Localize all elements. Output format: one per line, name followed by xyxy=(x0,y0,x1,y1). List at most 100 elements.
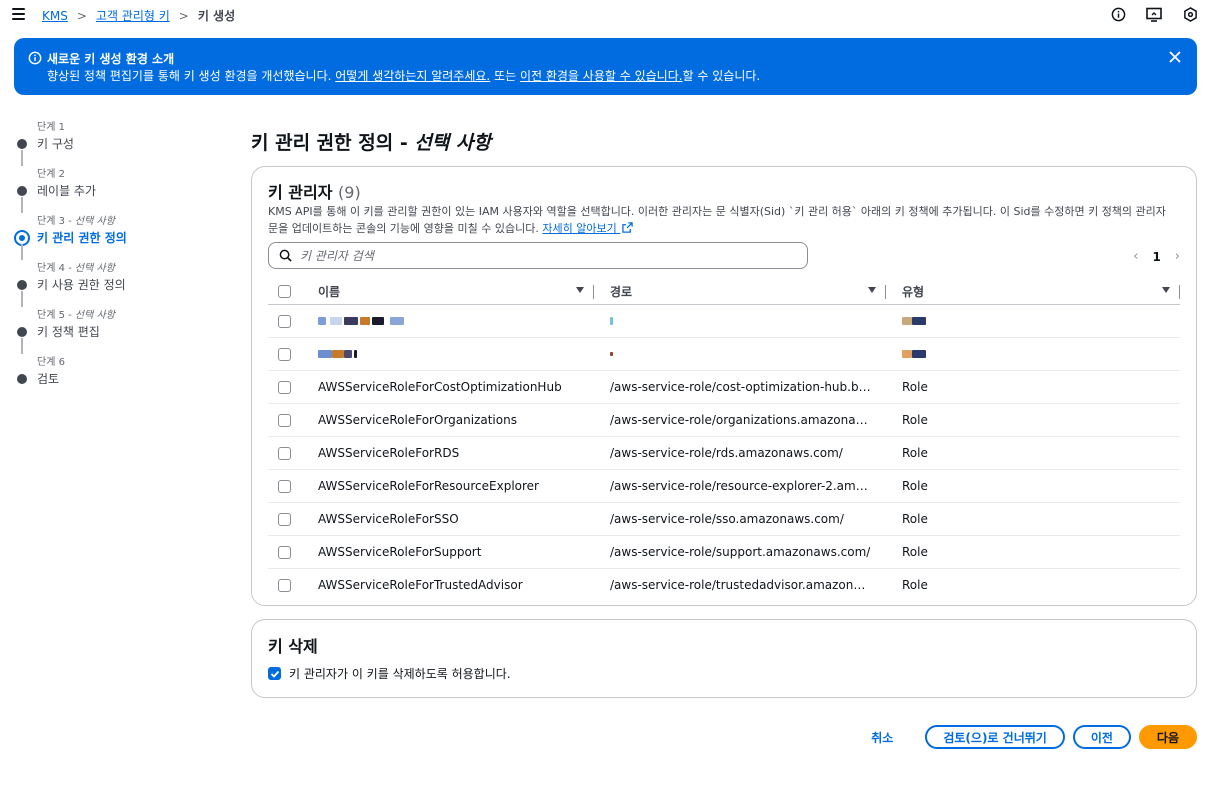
step-label: 키 정책 편집 xyxy=(37,325,100,339)
role-path: /aws-service-role/rds.amazonaws.com/ xyxy=(610,445,843,460)
step-2[interactable]: 단계 2 레이블 추가 xyxy=(14,165,224,213)
redacted-type xyxy=(902,314,926,328)
table-row[interactable]: AWSServiceRoleForSSO /aws-service-role/s… xyxy=(268,502,1180,536)
breadcrumb-customer-managed-keys[interactable]: 고객 관리형 키 xyxy=(96,7,170,24)
role-type: Role xyxy=(886,502,1180,536)
cancel-button[interactable]: 취소 xyxy=(855,725,917,749)
table-row[interactable]: AWSServiceRoleForCostOptimizationHub /aw… xyxy=(268,370,1180,404)
allow-deletion-checkbox[interactable] xyxy=(268,667,281,680)
table-header-row: 이름 경로 유형 xyxy=(268,279,1180,305)
external-link-icon xyxy=(622,222,633,233)
redacted-name xyxy=(318,347,357,361)
table-row[interactable]: AWSServiceRoleForTrustedAdvisor /aws-ser… xyxy=(268,568,1180,601)
flash-body-text: 또는 xyxy=(490,69,520,83)
allow-deletion-option[interactable]: 키 관리자가 이 키를 삭제하도록 허용합니다. xyxy=(268,665,511,682)
next-button[interactable]: 다음 xyxy=(1138,725,1197,749)
next-page-icon[interactable]: › xyxy=(1175,249,1180,264)
role-path: /aws-service-role/cost-optimization-hub.… xyxy=(610,379,872,394)
role-path: /aws-service-role/organizations.amazonaw… xyxy=(610,412,872,427)
step-label: 키 관리 권한 정의 xyxy=(37,231,127,245)
step-label: 레이블 추가 xyxy=(37,184,97,198)
step-connector xyxy=(21,291,23,307)
row-checkbox[interactable] xyxy=(278,347,291,361)
sort-caret-icon[interactable] xyxy=(868,287,876,293)
skip-to-review-button[interactable]: 검토(으)로 건너뛰기 xyxy=(925,725,1065,749)
previous-button[interactable]: 이전 xyxy=(1072,725,1131,749)
checkmark-icon xyxy=(270,670,279,678)
wizard-actions: 취소 검토(으)로 건너뛰기 이전 다음 xyxy=(855,725,1197,749)
page-title: 키 관리 권한 정의 - 선택 사항 xyxy=(251,132,491,154)
key-administrators-table: 이름 경로 유형 AWSServiceRoleForCostOptimizati… xyxy=(268,279,1180,601)
sort-caret-icon[interactable] xyxy=(1162,287,1170,293)
step-label: 검토 xyxy=(37,372,60,386)
select-all-checkbox[interactable] xyxy=(278,285,291,299)
settings-icon[interactable] xyxy=(1181,5,1199,23)
chevron-right-icon: > xyxy=(178,8,189,23)
row-checkbox[interactable] xyxy=(278,413,291,427)
flash-title: 새로운 키 생성 환경 소개 xyxy=(47,52,175,66)
info-flash-banner: 새로운 키 생성 환경 소개 향상된 정책 편집기를 통해 키 생성 환경을 개… xyxy=(14,38,1197,95)
table-row[interactable] xyxy=(268,337,1180,371)
step-label: 키 사용 권한 정의 xyxy=(37,278,126,292)
feedback-link[interactable]: 어떻게 생각하는지 알려주세요. xyxy=(335,69,490,83)
info-icon[interactable] xyxy=(1109,5,1127,23)
table-row[interactable]: AWSServiceRoleForOrganizations /aws-serv… xyxy=(268,403,1180,437)
row-checkbox[interactable] xyxy=(278,578,291,592)
learn-more-link[interactable]: 자세히 알아보기 xyxy=(542,222,633,235)
step-6[interactable]: 단계 6 검토 xyxy=(14,353,224,400)
row-checkbox[interactable] xyxy=(278,479,291,493)
pagination: ‹ 1 › xyxy=(1133,249,1180,264)
row-checkbox[interactable] xyxy=(278,314,291,328)
wizard-steps: 단계 1 키 구성 단계 2 레이블 추가 단계 3 - 선택 사항 키 관리 … xyxy=(14,118,224,400)
key-administrators-heading: 키 관리자 (9) xyxy=(268,183,361,202)
search-input[interactable] xyxy=(300,248,780,263)
top-navigation: KMS > 고객 관리형 키 > 키 생성 xyxy=(0,0,1213,30)
step-1[interactable]: 단계 1 키 구성 xyxy=(14,118,224,166)
notifications-icon[interactable] xyxy=(1145,5,1163,23)
step-indicator-icon xyxy=(17,280,27,290)
redacted-name xyxy=(318,314,404,328)
chevron-right-icon: > xyxy=(76,8,87,23)
table-row[interactable] xyxy=(268,304,1180,338)
row-checkbox[interactable] xyxy=(278,380,291,394)
column-resizer[interactable] xyxy=(1179,285,1180,299)
column-header-path[interactable]: 경로 xyxy=(594,279,886,305)
breadcrumb-kms[interactable]: KMS xyxy=(42,9,68,23)
row-checkbox[interactable] xyxy=(278,446,291,460)
close-icon[interactable] xyxy=(1168,50,1182,64)
table-row[interactable]: AWSServiceRoleForSupport /aws-service-ro… xyxy=(268,535,1180,569)
previous-page-icon[interactable]: ‹ xyxy=(1133,249,1138,264)
step-5[interactable]: 단계 5 - 선택 사항 키 정책 편집 xyxy=(14,306,224,354)
role-name: AWSServiceRoleForRDS xyxy=(318,436,594,470)
allow-deletion-label: 키 관리자가 이 키를 삭제하도록 허용합니다. xyxy=(289,667,511,681)
step-number: 단계 4 - 선택 사항 xyxy=(37,263,115,274)
column-header-type[interactable]: 유형 xyxy=(886,279,1180,305)
step-connector xyxy=(21,197,23,213)
step-3[interactable]: 단계 3 - 선택 사항 키 관리 권한 정의 xyxy=(14,212,224,260)
row-checkbox[interactable] xyxy=(278,512,291,526)
step-connector xyxy=(21,244,23,260)
role-name: AWSServiceRoleForSSO xyxy=(318,502,594,536)
search-icon xyxy=(279,249,292,262)
flash-body-text: 향상된 정책 편집기를 통해 키 생성 환경을 개선했습니다. xyxy=(47,69,336,83)
breadcrumb: KMS > 고객 관리형 키 > 키 생성 xyxy=(42,7,235,24)
redacted-path xyxy=(610,317,613,325)
menu-icon[interactable] xyxy=(12,8,25,20)
sort-caret-icon[interactable] xyxy=(576,287,584,293)
previous-experience-link[interactable]: 이전 환경을 사용할 수 있습니다. xyxy=(520,69,683,83)
page-number[interactable]: 1 xyxy=(1152,250,1160,264)
info-icon xyxy=(28,51,42,65)
role-name: AWSServiceRoleForSupport xyxy=(318,535,594,569)
role-path: /aws-service-role/support.amazonaws.com/ xyxy=(610,544,871,559)
role-name: AWSServiceRoleForResourceExplorer xyxy=(318,469,594,503)
table-row[interactable]: AWSServiceRoleForRDS /aws-service-role/r… xyxy=(268,436,1180,470)
table-row[interactable]: AWSServiceRoleForResourceExplorer /aws-s… xyxy=(268,469,1180,503)
row-checkbox[interactable] xyxy=(278,545,291,559)
role-name: AWSServiceRoleForCostOptimizationHub xyxy=(318,370,594,404)
key-administrators-container: 키 관리자 (9) KMS API를 통해 이 키를 관리할 권한이 있는 IA… xyxy=(251,166,1197,606)
step-4[interactable]: 단계 4 - 선택 사항 키 사용 권한 정의 xyxy=(14,259,224,307)
column-header-name[interactable]: 이름 xyxy=(318,279,594,305)
search-box[interactable] xyxy=(268,242,808,269)
role-path: /aws-service-role/trustedadvisor.amazona… xyxy=(610,578,872,592)
flash-body: 향상된 정책 편집기를 통해 키 생성 환경을 개선했습니다. 어떻게 생각하는… xyxy=(47,67,760,84)
